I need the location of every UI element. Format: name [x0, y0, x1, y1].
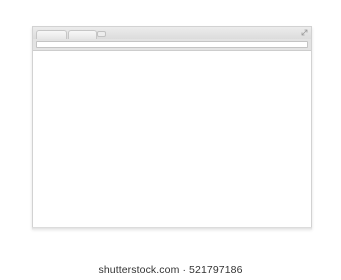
browser-window	[32, 26, 312, 228]
window-bottom-shadow	[32, 227, 312, 230]
browser-tab-2[interactable]	[68, 30, 97, 39]
resize-arrows-icon[interactable]	[301, 29, 308, 36]
browser-toolbar	[33, 39, 311, 51]
watermark-text: shutterstock.com · 521797186	[98, 264, 243, 276]
new-tab-icon[interactable]	[97, 31, 106, 37]
page-content-area[interactable]	[33, 51, 311, 227]
address-bar[interactable]	[36, 41, 308, 48]
browser-tab-1[interactable]	[36, 30, 67, 39]
